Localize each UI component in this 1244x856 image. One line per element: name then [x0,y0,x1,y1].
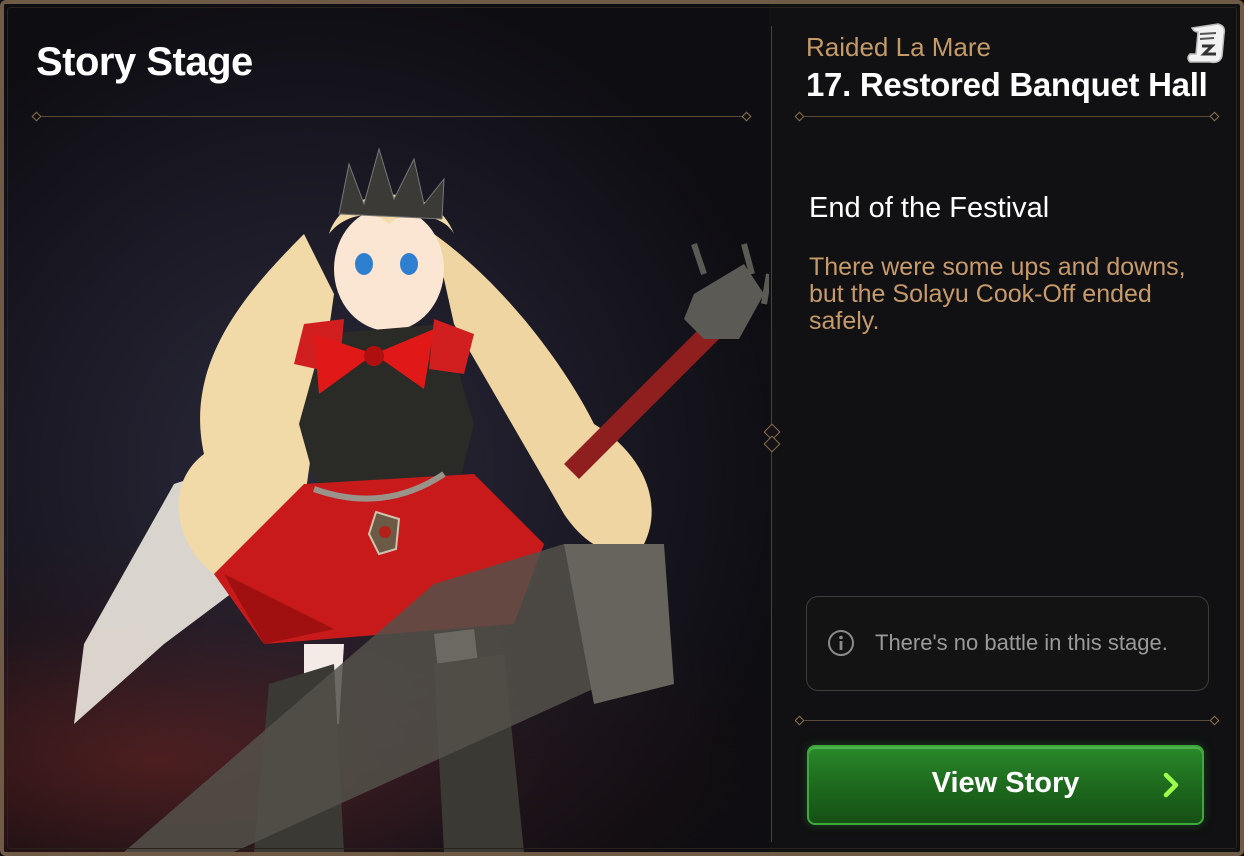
view-story-button[interactable]: View Story [807,745,1204,825]
stage-name: 17. Restored Banquet Hall [806,66,1208,103]
notice-text: There's no battle in this stage. [875,630,1168,655]
no-battle-notice: There's no battle in this stage. [806,596,1209,691]
header-divider [39,116,744,117]
action-divider [802,720,1212,721]
view-story-label: View Story [931,767,1080,799]
character-illustration [74,147,769,852]
scroll-icon[interactable] [1184,20,1228,66]
chevron-right-icon [1163,772,1179,798]
story-stage-window: Story Stage Raided La Mare 17. Restored … [0,0,1244,856]
chapter-name: Raided La Mare [806,32,991,62]
stage-description: There were some ups and downs, but the S… [809,253,1186,335]
stage-subtitle: End of the Festival [809,192,1050,224]
page-title: Story Stage [36,40,253,84]
title-divider [802,116,1212,117]
stage-info-panel: Raided La Mare 17. Restored Banquet Hall… [774,4,1240,852]
character-panel: Story Stage [4,4,769,852]
info-icon [828,630,854,656]
